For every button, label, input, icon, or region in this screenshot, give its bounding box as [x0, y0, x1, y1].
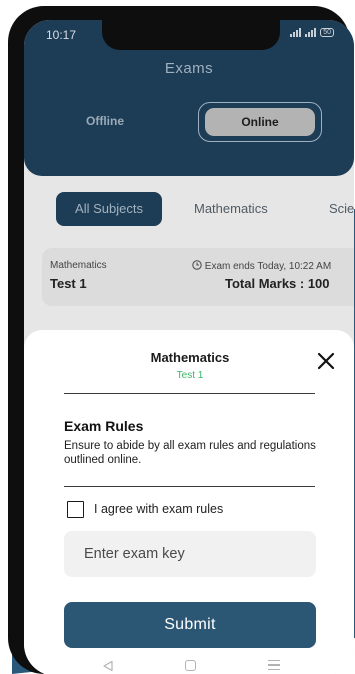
page-title: Exams	[164, 60, 214, 77]
phone-notch	[102, 20, 280, 50]
sheet-divider-bottom	[64, 486, 315, 487]
mode-online-toggle[interactable]: Online	[205, 108, 315, 136]
signal-icon	[305, 28, 317, 37]
nav-back-icon[interactable]	[102, 660, 114, 672]
exam-key-input[interactable]	[64, 531, 316, 577]
signal-icon	[290, 28, 302, 37]
exam-card[interactable]: Mathematics Test 1 Exam ends Today, 10:2…	[42, 248, 354, 306]
tab-all-subjects[interactable]: All Subjects	[56, 192, 162, 226]
exam-card-marks: Total Marks : 100	[225, 276, 330, 291]
nav-home-icon[interactable]	[185, 660, 196, 671]
battery-icon: 50	[320, 28, 334, 37]
rules-heading: Exam Rules	[64, 418, 144, 434]
clock-icon	[192, 260, 202, 270]
exam-card-title: Test 1	[50, 276, 87, 291]
exam-card-subject: Mathematics	[50, 260, 107, 271]
sheet-divider-top	[64, 393, 315, 394]
agree-label[interactable]: I agree with exam rules	[94, 502, 223, 516]
tab-mathematics[interactable]: Mathematics	[194, 192, 268, 226]
close-icon[interactable]	[315, 350, 337, 372]
exam-card-ends: Exam ends Today, 10:22 AM	[192, 260, 331, 272]
system-nav-bar	[24, 656, 354, 674]
mode-offline-toggle[interactable]: Offline	[86, 114, 124, 128]
nav-menu-icon[interactable]	[268, 660, 280, 670]
exam-bottom-sheet: Mathematics Test 1 Exam Rules Ensure to …	[24, 330, 354, 674]
agree-checkbox[interactable]	[67, 501, 84, 518]
sheet-title: Mathematics	[150, 350, 230, 365]
status-icons: 50	[290, 28, 334, 37]
rules-text: Ensure to abide by all exam rules and re…	[64, 440, 316, 466]
status-time: 10:17	[46, 28, 77, 42]
tab-science[interactable]: Scie	[329, 192, 354, 226]
sheet-subtitle: Test 1	[176, 370, 204, 381]
exam-card-ends-text: Exam ends Today, 10:22 AM	[204, 261, 332, 272]
submit-button[interactable]: Submit	[64, 602, 316, 648]
phone-frame: 10:17 50 Exams Offline Online All Subjec…	[8, 6, 354, 674]
app-screen: 10:17 50 Exams Offline Online All Subjec…	[24, 20, 354, 674]
